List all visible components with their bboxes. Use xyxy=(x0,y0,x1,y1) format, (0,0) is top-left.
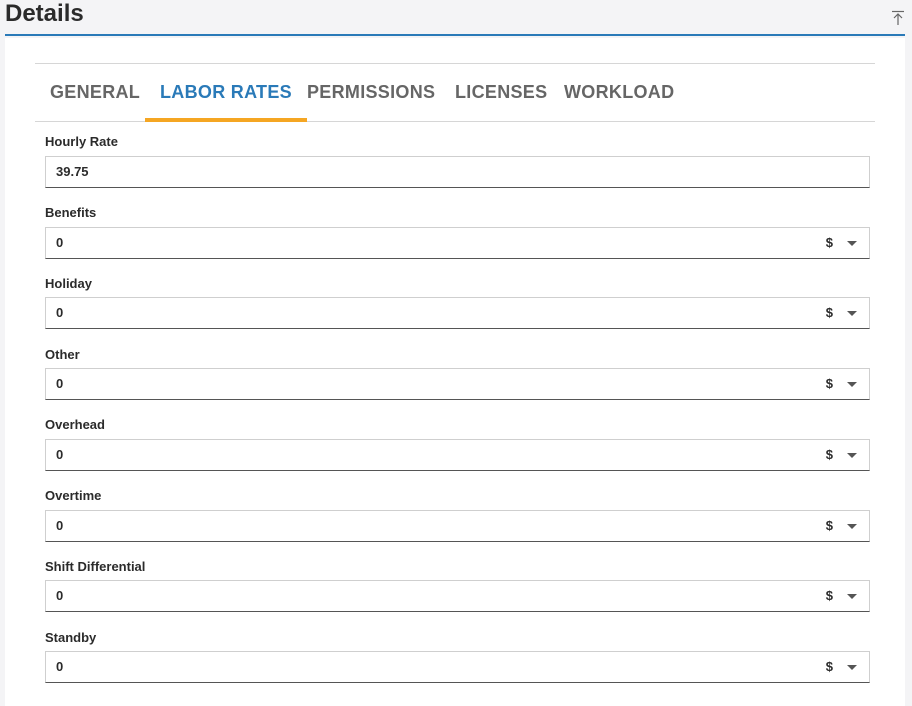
other-value: 0 xyxy=(56,376,64,391)
other-unit-select[interactable]: $ xyxy=(826,376,833,391)
chevron-down-icon[interactable] xyxy=(847,311,857,316)
benefits-value: 0 xyxy=(56,235,64,250)
holiday-input[interactable]: 0 $ xyxy=(45,297,870,329)
hourly-rate-input[interactable]: 39.75 xyxy=(45,156,870,188)
overtime-input[interactable]: 0 $ xyxy=(45,510,870,542)
overhead-value: 0 xyxy=(56,447,64,462)
benefits-label: Benefits xyxy=(45,205,97,220)
standby-label: Standby xyxy=(45,630,97,645)
tab-workload[interactable]: WORKLOAD xyxy=(564,64,674,122)
chevron-down-icon[interactable] xyxy=(847,241,857,246)
tab-licenses[interactable]: LICENSES xyxy=(455,64,547,122)
overhead-unit-select[interactable]: $ xyxy=(826,447,833,462)
overtime-unit-select[interactable]: $ xyxy=(826,518,833,533)
shift-differential-unit-select[interactable]: $ xyxy=(826,588,833,603)
benefits-input[interactable]: 0 $ xyxy=(45,227,870,259)
standby-value: 0 xyxy=(56,659,64,674)
tab-general[interactable]: GENERAL xyxy=(50,64,140,122)
chevron-down-icon[interactable] xyxy=(847,453,857,458)
standby-unit-select[interactable]: $ xyxy=(826,659,833,674)
overtime-value: 0 xyxy=(56,518,64,533)
details-header: Details xyxy=(5,0,905,36)
holiday-value: 0 xyxy=(56,305,64,320)
tab-labor-rates[interactable]: LABOR RATES xyxy=(145,64,307,122)
other-label: Other xyxy=(45,347,80,362)
holiday-unit-select[interactable]: $ xyxy=(826,305,833,320)
hourly-rate-value: 39.75 xyxy=(56,164,89,179)
page-title: Details xyxy=(5,0,84,27)
benefits-unit-select[interactable]: $ xyxy=(826,235,833,250)
overtime-label: Overtime xyxy=(45,488,102,503)
holiday-label: Holiday xyxy=(45,276,92,291)
tab-bar: GENERAL LABOR RATES PERMISSIONS LICENSES… xyxy=(35,63,875,122)
chevron-down-icon[interactable] xyxy=(847,594,857,599)
tab-permissions[interactable]: PERMISSIONS xyxy=(307,64,435,122)
collapse-to-top-icon[interactable] xyxy=(891,10,905,26)
details-panel: GENERAL LABOR RATES PERMISSIONS LICENSES… xyxy=(5,38,905,706)
overhead-input[interactable]: 0 $ xyxy=(45,439,870,471)
chevron-down-icon[interactable] xyxy=(847,665,857,670)
shift-differential-label: Shift Differential xyxy=(45,559,146,574)
overhead-label: Overhead xyxy=(45,417,105,432)
shift-differential-input[interactable]: 0 $ xyxy=(45,580,870,612)
chevron-down-icon[interactable] xyxy=(847,524,857,529)
shift-differential-value: 0 xyxy=(56,588,64,603)
chevron-down-icon[interactable] xyxy=(847,382,857,387)
other-input[interactable]: 0 $ xyxy=(45,368,870,400)
standby-input[interactable]: 0 $ xyxy=(45,651,870,683)
hourly-rate-label: Hourly Rate xyxy=(45,134,118,149)
